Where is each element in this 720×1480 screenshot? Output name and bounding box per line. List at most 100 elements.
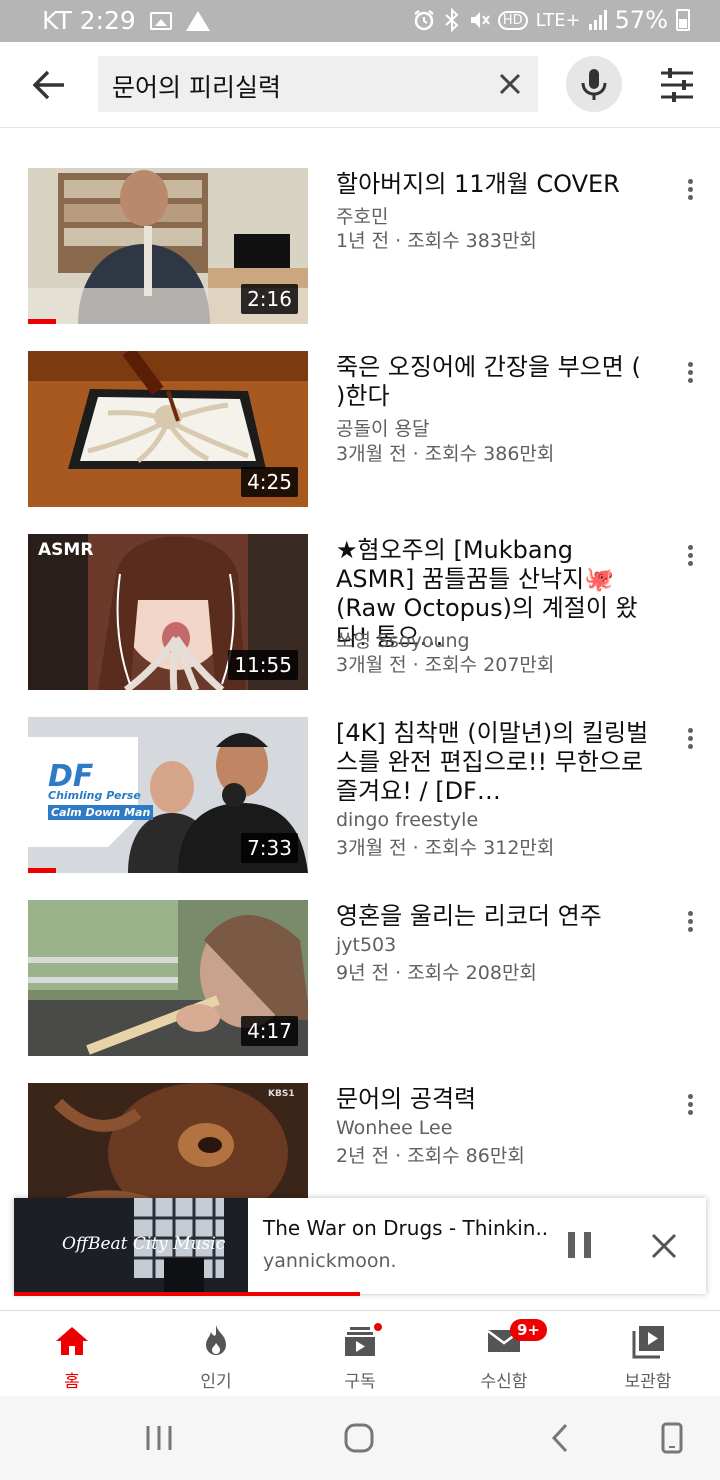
video-channel[interactable]: 공돌이 용달 — [336, 414, 429, 441]
video-thumbnail[interactable]: 2:16 — [28, 168, 308, 324]
nav-label: 홈 — [64, 1372, 80, 1392]
video-thumbnail[interactable]: 4:17 — [28, 900, 308, 1056]
battery-icon — [676, 9, 690, 31]
nav-inbox[interactable]: 9+ 수신함 — [432, 1311, 576, 1397]
video-meta: 9년 전 · 조회수 208만회 — [336, 962, 537, 984]
back-system-button[interactable] — [544, 1422, 578, 1454]
nav-label: 수신함 — [480, 1372, 528, 1392]
mini-player[interactable]: OffBeat City Music The War on Drugs - Th… — [14, 1198, 706, 1294]
mini-player-title[interactable]: The War on Drugs - Thinkin.. — [263, 1216, 548, 1240]
video-duration: 7:33 — [241, 833, 298, 863]
search-query: 문어의 피리실력 — [112, 73, 281, 102]
bottom-nav: 홈 인기 구독 9+ 수신함 보관함 — [0, 1310, 720, 1396]
mini-thumbnail-text: OffBeat City Music — [62, 1234, 226, 1254]
voice-search-button[interactable] — [566, 56, 622, 112]
video-item[interactable]: DF Chimling Perse Calm Down Man 7:33 [4K… — [0, 717, 720, 877]
video-item[interactable]: ASMR 11:55 ★혐오주의 [Mukbang ASMR] 꿈틀꿈틀 산낙지… — [0, 534, 720, 694]
video-channel[interactable]: jyt503 — [336, 934, 396, 956]
alarm-icon — [414, 10, 434, 31]
search-header: 문어의 피리실력 — [0, 42, 720, 128]
watch-progress — [28, 868, 56, 873]
video-title[interactable]: 문어의 공격력 — [336, 1085, 656, 1114]
signal-icon — [588, 10, 607, 30]
mini-player-thumbnail[interactable]: OffBeat City Music — [14, 1198, 248, 1294]
home-system-button[interactable] — [342, 1422, 376, 1454]
mini-player-channel: yannickmoon. — [263, 1250, 397, 1272]
video-title[interactable]: 할아버지의 11개월 COVER — [336, 170, 656, 199]
more-options-button[interactable] — [680, 725, 700, 755]
nav-trending[interactable]: 인기 — [144, 1311, 288, 1397]
df-subtitle-1: Chimling Perse — [48, 789, 141, 802]
recent-apps-button[interactable] — [142, 1422, 176, 1454]
back-button[interactable] — [28, 64, 70, 106]
more-options-button[interactable] — [680, 1091, 700, 1121]
video-thumbnail[interactable]: DF Chimling Perse Calm Down Man 7:33 — [28, 717, 308, 873]
nav-home[interactable]: 홈 — [0, 1311, 144, 1397]
pause-icon — [568, 1232, 575, 1258]
more-options-button[interactable] — [680, 176, 700, 206]
filter-button[interactable] — [658, 66, 696, 104]
nav-label: 구독 — [344, 1372, 376, 1392]
tune-icon — [661, 68, 693, 102]
status-right: HD LTE+ 57% — [412, 6, 690, 34]
video-thumbnail[interactable]: ASMR 11:55 — [28, 534, 308, 690]
video-channel[interactable]: Wonhee Lee — [336, 1117, 452, 1139]
new-content-dot — [372, 1321, 384, 1333]
close-icon — [499, 73, 521, 95]
nav-subscriptions[interactable]: 구독 — [288, 1311, 432, 1397]
video-title[interactable]: [4K] 침착맨 (이말년)의 킬링벌스를 완전 편집으로!! 무한으로 즐겨요… — [336, 719, 656, 806]
recent-apps-icon — [146, 1426, 172, 1450]
video-duration: 4:25 — [241, 467, 298, 497]
more-options-button[interactable] — [680, 542, 700, 572]
nav-label: 인기 — [200, 1372, 232, 1392]
video-channel[interactable]: dingo freestyle — [336, 809, 478, 831]
search-input[interactable]: 문어의 피리실력 — [98, 56, 538, 112]
home-circle-icon — [344, 1423, 374, 1453]
more-options-button[interactable] — [680, 908, 700, 938]
bluetooth-icon — [445, 8, 459, 32]
more-options-button[interactable] — [680, 359, 700, 389]
video-duration: 11:55 — [228, 650, 298, 680]
clear-search-button[interactable] — [496, 70, 524, 98]
nav-label: 보관함 — [624, 1372, 672, 1392]
image-icon — [149, 11, 172, 30]
video-channel[interactable]: 쏘영 Ssoyoung — [336, 626, 470, 653]
network-label: LTE+ — [535, 9, 581, 31]
phone-rotate-icon — [661, 1422, 683, 1454]
drive-icon — [185, 10, 210, 31]
close-mini-player-button[interactable] — [650, 1232, 678, 1260]
video-item[interactable]: 4:25 죽은 오징어에 간장을 부으면 ( )한다 공돌이 용달 3개월 전 … — [0, 351, 720, 511]
watch-progress — [28, 319, 56, 324]
video-title[interactable]: 죽은 오징어에 간장을 부으면 ( )한다 — [336, 353, 656, 411]
broadcaster-tag: KBS1 — [268, 1089, 295, 1099]
mic-icon — [581, 69, 607, 100]
video-meta: 3개월 전 · 조회수 207만회 — [336, 654, 555, 676]
nav-library[interactable]: 보관함 — [576, 1311, 720, 1397]
video-meta: 3개월 전 · 조회수 312만회 — [336, 837, 555, 859]
video-channel[interactable]: 주호민 — [336, 202, 388, 229]
video-item[interactable]: 2:16 할아버지의 11개월 COVER 주호민 1년 전 · 조회수 383… — [0, 168, 720, 328]
pause-button[interactable] — [568, 1232, 592, 1258]
close-icon — [651, 1233, 677, 1259]
video-meta: 1년 전 · 조회수 383만회 — [336, 230, 537, 252]
mini-player-progress — [14, 1292, 360, 1296]
home-icon — [56, 1327, 88, 1355]
library-icon — [632, 1326, 664, 1359]
arrow-back-icon — [32, 70, 64, 100]
video-thumbnail[interactable]: 4:25 — [28, 351, 308, 507]
video-duration: 4:17 — [241, 1016, 298, 1046]
df-subtitle-2: Calm Down Man — [48, 805, 154, 820]
fire-icon — [206, 1325, 226, 1355]
battery-percent: 57% — [614, 6, 668, 34]
thumbnail-tag: ASMR — [38, 540, 94, 560]
status-left: KT 2:29 — [42, 6, 210, 35]
mute-icon — [470, 12, 490, 28]
video-meta: 3개월 전 · 조회수 386만회 — [336, 443, 555, 465]
video-item[interactable]: 4:17 영혼을 울리는 리코더 연주 jyt503 9년 전 · 조회수 20… — [0, 900, 720, 1060]
status-bar: KT 2:29 HD LTE+ 57% — [0, 0, 720, 42]
hd-icon: HD — [497, 10, 528, 30]
video-title[interactable]: 영혼을 울리는 리코더 연주 — [336, 902, 656, 931]
carrier-time: KT 2:29 — [42, 6, 136, 35]
chevron-left-icon — [551, 1423, 568, 1453]
rotate-button[interactable] — [656, 1422, 690, 1454]
